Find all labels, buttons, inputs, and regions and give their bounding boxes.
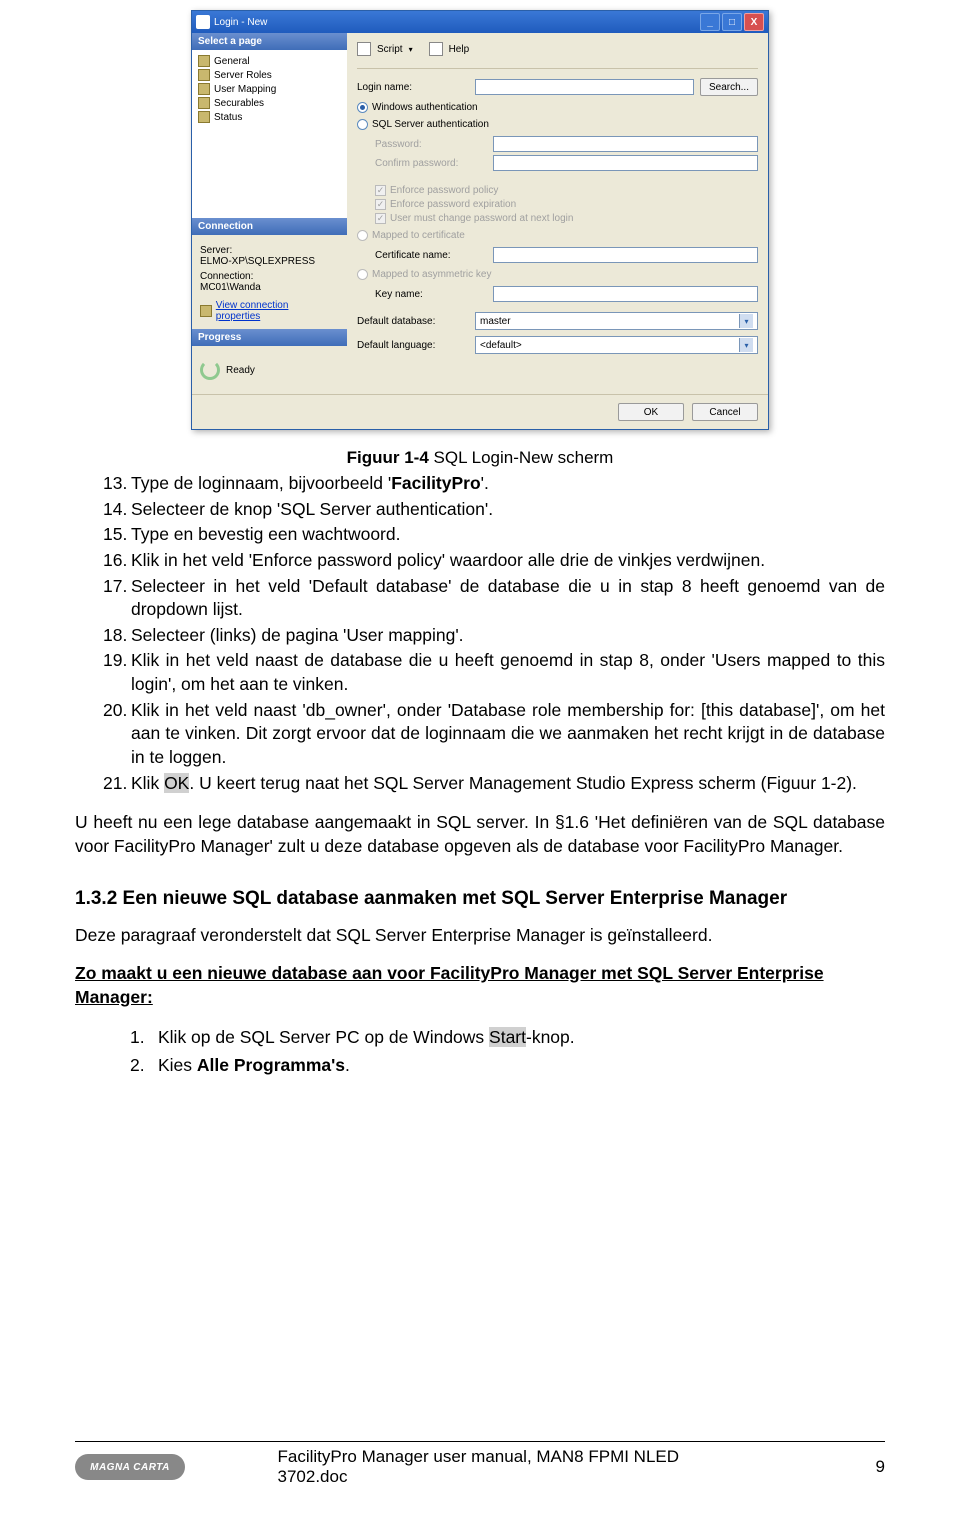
cancel-button[interactable]: Cancel [692,403,758,421]
figure-caption: Figuur 1-4 SQL Login-New scherm [75,448,885,468]
page-icon [198,111,210,123]
cert-name-input [493,247,758,263]
help-button[interactable]: Help [449,44,470,55]
login-new-dialog: Login - New _ □ X Select a page General … [191,10,769,430]
list-item: 18.Selecteer (links) de pagina 'User map… [103,624,885,648]
progress-header: Progress [192,329,347,346]
maximize-button[interactable]: □ [722,13,742,31]
login-name-input[interactable] [475,79,694,95]
checkbox-icon: ✓ [375,185,386,196]
windows-auth-radio[interactable]: Windows authentication [357,102,758,113]
progress-status: Ready [226,365,255,376]
default-db-select[interactable]: master ▾ [475,312,758,330]
mapped-asym-radio: Mapped to asymmetric key [357,269,758,280]
list-item: 20.Klik in het veld naast 'db_owner', on… [103,699,885,770]
close-button[interactable]: X [744,13,764,31]
radio-off-icon [357,230,368,241]
minimize-button[interactable]: _ [700,13,720,31]
ok-button[interactable]: OK [618,403,684,421]
confirm-password-label: Confirm password: [375,158,487,169]
page-footer: MAGNA CARTA FacilityPro Manager user man… [75,1441,885,1480]
script-icon [357,42,371,56]
server-value: ELMO-XP\SQLEXPRESS [200,256,339,267]
default-lang-label: Default language: [357,340,469,351]
magna-carta-logo: MAGNA CARTA [75,1454,185,1480]
page-icon [198,97,210,109]
connection-header: Connection [192,218,347,235]
instruction-list-2: 1.Klik op de SQL Server PC op de Windows… [130,1023,885,1079]
search-button[interactable]: Search... [700,78,758,96]
checkbox-icon: ✓ [375,213,386,224]
radio-off-icon [357,119,368,130]
key-name-input [493,286,758,302]
password-input [493,136,758,152]
help-icon [429,42,443,56]
sidebar-item-user-mapping[interactable]: User Mapping [192,82,347,96]
enforce-policy-check: ✓ Enforce password policy [375,185,758,196]
footer-title: FacilityPro Manager user manual, MAN8 FP… [278,1447,683,1487]
page-number: 9 [876,1457,885,1477]
sidebar-item-status[interactable]: Status [192,110,347,124]
list-item: 17.Selecteer in het veld 'Default databa… [103,575,885,622]
paragraph: Deze paragraaf veronderstelt dat SQL Ser… [75,924,885,948]
list-item: 15.Type en bevestig een wachtwoord. [103,523,885,547]
script-button[interactable]: Script [377,44,403,55]
server-label: Server: [200,245,339,256]
key-name-label: Key name: [375,289,487,300]
confirm-password-input [493,155,758,171]
password-label: Password: [375,139,487,150]
section-heading: 1.3.2 Een nieuwe SQL database aanmaken m… [75,888,885,910]
list-item: 1.Klik op de SQL Server PC op de Windows… [130,1023,885,1051]
paragraph: U heeft nu een lege database aangemaakt … [75,811,885,858]
chevron-down-icon: ▾ [739,314,753,328]
instruction-list: 13.Type de loginnaam, bijvoorbeeld 'Faci… [103,472,885,795]
chevron-down-icon: ▾ [739,338,753,352]
sql-auth-radio[interactable]: SQL Server authentication [357,119,758,130]
list-item: 19.Klik in het veld naast de database di… [103,649,885,696]
view-connection-link[interactable]: View connection properties [216,300,333,322]
dropdown-icon[interactable]: ▾ [409,45,413,54]
default-lang-select[interactable]: <default> ▾ [475,336,758,354]
app-icon [196,15,210,29]
connection-label: Connection: [200,271,339,282]
radio-on-icon [357,102,368,113]
sidebar-item-general[interactable]: General [192,54,347,68]
procedure-title: Zo maakt u een nieuwe database aan voor … [75,962,885,1009]
connection-value: MC01\Wanda [200,282,339,293]
page-icon [198,69,210,81]
list-item: 13.Type de loginnaam, bijvoorbeeld 'Faci… [103,472,885,496]
progress-spinner-icon [200,360,220,380]
list-item: 21.Klik OK. U keert terug naat het SQL S… [103,772,885,796]
list-item: 14.Selecteer de knop 'SQL Server authent… [103,498,885,522]
properties-icon [200,305,212,317]
window-title: Login - New [214,17,267,28]
checkbox-icon: ✓ [375,199,386,210]
select-page-header: Select a page [192,33,347,50]
main-panel: Script ▾ Help Login name: Search... Wind… [347,33,768,394]
list-item: 2.Kies Alle Programma's. [130,1051,885,1079]
radio-off-icon [357,269,368,280]
list-item: 16.Klik in het veld 'Enforce password po… [103,549,885,573]
must-change-check: ✓ User must change password at next logi… [375,213,758,224]
sidebar: Select a page General Server Roles User … [192,33,347,394]
cert-name-label: Certificate name: [375,250,487,261]
page-icon [198,83,210,95]
enforce-expiration-check: ✓ Enforce password expiration [375,199,758,210]
mapped-cert-radio: Mapped to certificate [357,230,758,241]
page-icon [198,55,210,67]
login-name-label: Login name: [357,82,469,93]
sidebar-item-securables[interactable]: Securables [192,96,347,110]
titlebar: Login - New _ □ X [192,11,768,33]
default-db-label: Default database: [357,316,469,327]
sidebar-item-server-roles[interactable]: Server Roles [192,68,347,82]
